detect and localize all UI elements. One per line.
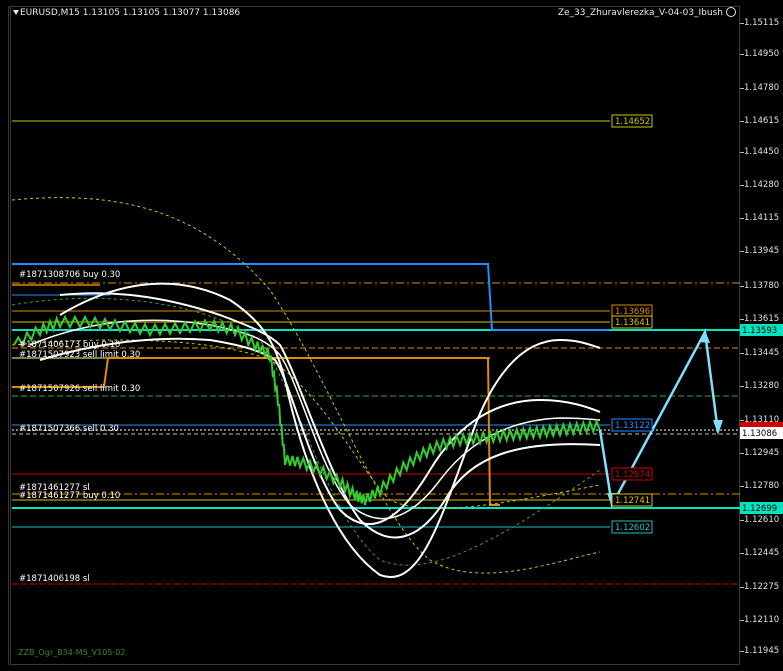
order-label[interactable]: #1871507366 sell 0.30 — [19, 424, 119, 434]
price-tick: 1.12275 — [739, 582, 780, 592]
level-text: 1.13641 — [615, 318, 650, 328]
chart-canvas[interactable]: 1.14652 1.13696 1.13641 1.13122 1.12874 … — [0, 0, 783, 671]
chevron-down-icon[interactable] — [13, 10, 19, 15]
chart-window[interactable]: 1.14652 1.13696 1.13641 1.13122 1.12874 … — [0, 0, 783, 671]
price-tick: 1.14780 — [739, 83, 780, 93]
price-tick: 1.12945 — [739, 448, 780, 458]
price-tick: 1.14950 — [739, 49, 780, 59]
level-label-1.12741[interactable]: 1.12741 — [611, 493, 653, 507]
smiley-icon[interactable] — [726, 7, 736, 17]
price-tick: 1.12610 — [739, 515, 780, 525]
symbol-title: EURUSD,M15 1.13105 1.13105 1.13077 1.130… — [20, 8, 241, 18]
level-label-1.14652[interactable]: 1.14652 — [611, 114, 653, 128]
price-tick: 1.11945 — [739, 646, 780, 656]
level-text: 1.14652 — [615, 117, 650, 127]
level-text: 1.12874 — [615, 470, 650, 480]
level-text: 1.12741 — [615, 496, 650, 506]
price-tick: 1.13280 — [739, 381, 780, 391]
price-tick: 1.12445 — [739, 548, 780, 558]
level-label-1.13696[interactable]: 1.13696 — [611, 304, 653, 318]
level-label-1.13641[interactable]: 1.13641 — [611, 315, 653, 329]
price-tick: 1.13110 — [739, 415, 780, 425]
price-tick: 1.14280 — [739, 180, 780, 190]
level-text: 1.12602 — [615, 523, 650, 533]
price-tick: 1.13445 — [739, 348, 780, 358]
price-tick: 1.12780 — [739, 481, 780, 491]
price-tick: 1.12110 — [739, 615, 780, 625]
price-tick: 1.14615 — [739, 116, 780, 126]
arrow-head-3 — [699, 330, 710, 343]
order-label[interactable]: #1871507923 sell limit 0.30 — [19, 350, 140, 360]
price-tick: 1.14450 — [739, 147, 780, 157]
level-label-1.12602[interactable]: 1.12602 — [611, 520, 653, 534]
price-axis[interactable]: 1.15115 1.14950 1.14780 1.14615 1.14450 1.142… — [739, 6, 783, 665]
order-label[interactable]: #1871308706 buy 0.30 — [19, 270, 120, 280]
level-text: 1.13122 — [615, 421, 650, 431]
order-label[interactable]: #1871461277 buy 0.10 — [19, 491, 120, 501]
level-label-1.13122[interactable]: 1.13122 — [611, 418, 653, 432]
indicator-footer-name: ZZB_Ogr_B34-M5_V105-02 — [18, 648, 126, 657]
expert-advisor-name[interactable]: Ze_33_Zhuravlerezka_V-04-03_Ibush — [558, 8, 723, 18]
price-tick: 1.13780 — [739, 281, 780, 291]
level-label-1.12874[interactable]: 1.12874 — [611, 467, 653, 481]
order-label[interactable]: #1871406198 sl — [19, 574, 90, 584]
arrow-head-2 — [713, 420, 723, 435]
price-tick: 1.13945 — [739, 246, 780, 256]
price-tick: 1.13615 — [739, 314, 780, 324]
price-tick: 1.14115 — [739, 213, 780, 223]
order-label[interactable]: #1871507926 sell limit 0.30 — [19, 384, 140, 394]
order-label[interactable]: #1871406173 buy 0.10 — [19, 340, 120, 350]
price-tick: 1.15115 — [739, 18, 780, 28]
